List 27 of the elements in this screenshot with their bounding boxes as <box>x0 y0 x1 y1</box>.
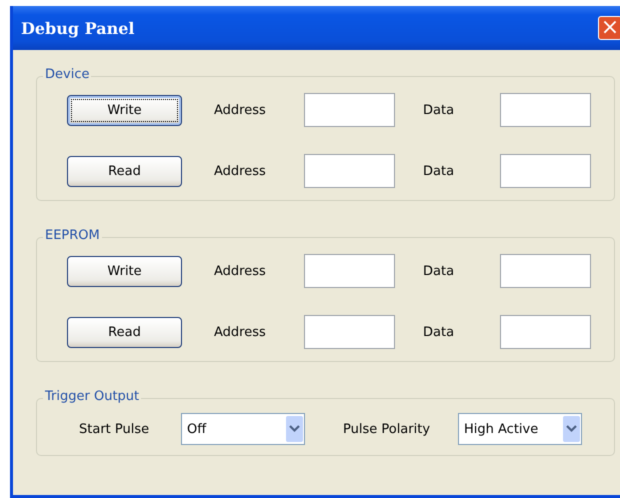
address-label: Address <box>214 324 267 340</box>
data-field[interactable] <box>500 93 591 127</box>
data-label: Data <box>423 264 456 278</box>
group-title: Trigger Output <box>43 389 142 404</box>
address-label: Address <box>214 264 267 278</box>
data-field[interactable] <box>500 254 591 288</box>
address-field[interactable] <box>304 254 395 288</box>
pulse-polarity-label: Pulse Polarity <box>343 422 432 436</box>
window-title: Debug Panel <box>21 18 134 38</box>
data-label: Data <box>423 102 456 118</box>
address-label: Address <box>214 102 267 118</box>
address-field[interactable] <box>304 315 395 349</box>
pulse-polarity-dropdown[interactable]: High Active <box>458 413 582 445</box>
close-button[interactable]: × <box>598 16 620 40</box>
action-button[interactable]: Read <box>67 156 182 186</box>
address-field[interactable] <box>304 93 395 127</box>
address-label: Address <box>214 164 267 178</box>
data-label: Data <box>423 164 456 178</box>
address-field[interactable] <box>304 154 395 188</box>
action-button[interactable]: Write <box>67 94 182 126</box>
action-button[interactable]: Write <box>67 256 182 286</box>
data-field[interactable] <box>500 154 591 188</box>
start-pulse-label: Start Pulse <box>79 422 150 436</box>
action-button[interactable]: Read <box>67 316 182 348</box>
start-pulse-dropdown[interactable]: Off <box>181 413 305 445</box>
data-label: Data <box>423 324 456 340</box>
data-field[interactable] <box>500 315 591 349</box>
